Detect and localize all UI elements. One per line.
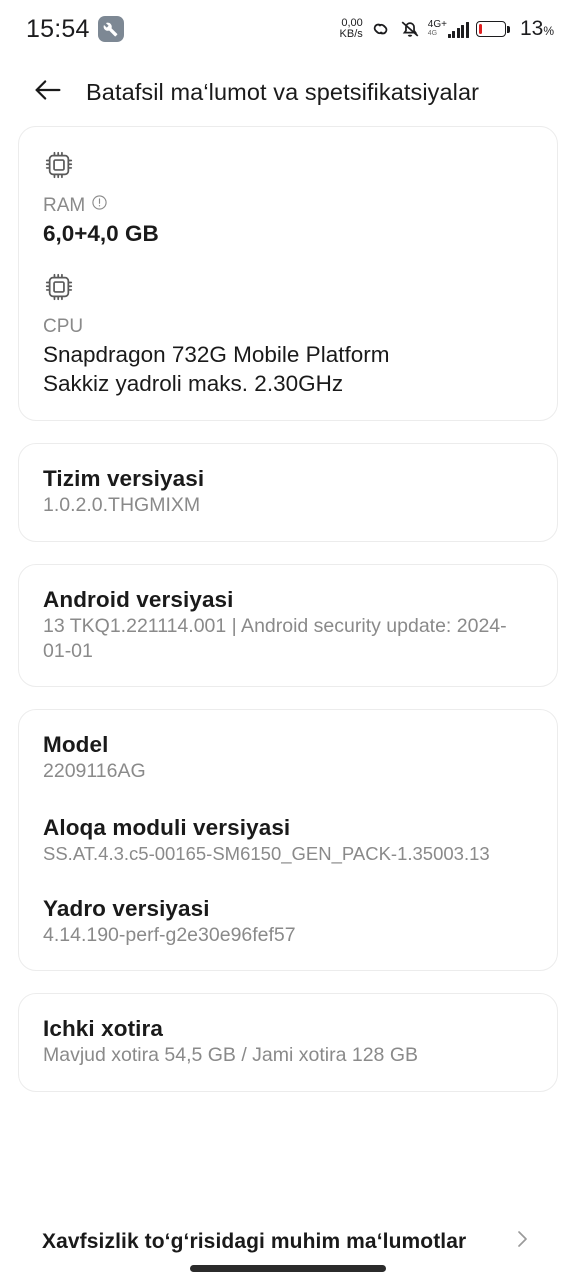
arrow-left-icon <box>31 73 65 112</box>
battery-tip <box>507 25 510 33</box>
system-version-value: 1.0.2.0.THGMIXM <box>43 494 201 517</box>
cpu-chip-icon <box>43 271 533 308</box>
system-version-row: Tizim versiyasi 1.0.2.0.THGMIXM <box>43 466 533 518</box>
battery-body <box>475 21 506 37</box>
kernel-row: Yadro versiyasi 4.14.190-perf-g2e30e96fe… <box>43 896 533 948</box>
back-button[interactable] <box>20 64 76 120</box>
ram-block: RAM 6,0+4,0 GB <box>43 149 533 249</box>
android-version-title: Android versiyasi <box>43 586 234 612</box>
signal-strength-bars <box>447 22 469 38</box>
cpu-value-line1: Snapdragon 732G Mobile Platform <box>43 341 390 367</box>
storage-title: Ichki xotira <box>43 1016 163 1042</box>
bell-muted-icon <box>399 18 421 40</box>
ram-value: 6,0+4,0 GB <box>43 221 159 246</box>
network-generation: 4G+ 4G <box>428 20 447 38</box>
baseband-title: Aloqa moduli versiyasi <box>43 814 291 840</box>
status-bar: 15:54 0,00 KB/s 4G+ 4G 13% <box>0 0 576 58</box>
cpu-block: CPU Snapdragon 732G Mobile Platform Sakk… <box>43 271 533 399</box>
ram-label: RAM <box>43 194 86 216</box>
cpu-label-row: CPU <box>43 316 533 338</box>
page-header: Batafsil ma‘lumot va spetsifikatsiyalar <box>0 58 576 126</box>
battery-percent-label: 13% <box>520 17 554 41</box>
model-value: 2209116AG <box>43 760 146 783</box>
info-icon[interactable] <box>91 194 108 217</box>
settings-content: RAM 6,0+4,0 GB CPU Snapdragon 732G Mobil… <box>0 126 576 1092</box>
signal-bars-icon: 4G+ 4G <box>428 20 469 38</box>
storage-value: Mavjud xotira 54,5 GB / Jami xotira 128 … <box>43 1044 418 1067</box>
link-icon <box>370 18 392 40</box>
memory-chip-icon <box>43 149 533 186</box>
safety-info-link[interactable]: Xavfsizlik to‘g‘risidagi muhim ma‘lumotl… <box>0 1227 576 1256</box>
internal-storage-card[interactable]: Ichki xotira Mavjud xotira 54,5 GB / Jam… <box>18 993 558 1092</box>
model-row: Model 2209116AG <box>43 732 533 784</box>
status-clock: 15:54 <box>26 14 90 43</box>
cpu-value-line2: Sakkiz yadroli maks. 2.30GHz <box>43 370 344 396</box>
gesture-navigation-bar[interactable] <box>190 1265 386 1272</box>
cpu-label: CPU <box>43 315 84 337</box>
status-bar-left: 15:54 <box>26 15 124 44</box>
battery-percent-unit: % <box>543 24 554 38</box>
page-title: Batafsil ma‘lumot va spetsifikatsiyalar <box>86 78 480 105</box>
network-speed-indicator: 0,00 KB/s <box>340 18 363 40</box>
baseband-row: Aloqa moduli versiyasi SS.AT.4.3.c5-0016… <box>43 815 533 866</box>
settings-screen: 15:54 0,00 KB/s 4G+ 4G 13% Batafsil ma‘l… <box>0 0 576 1280</box>
hardware-card: RAM 6,0+4,0 GB CPU Snapdragon 732G Mobil… <box>18 126 558 422</box>
storage-row: Ichki xotira Mavjud xotira 54,5 GB / Jam… <box>43 1016 533 1068</box>
wrench-icon <box>97 16 124 42</box>
battery-low-icon <box>475 21 510 37</box>
network-generation-secondary: 4G <box>427 30 438 37</box>
status-bar-right: 0,00 KB/s 4G+ 4G 13% <box>340 17 554 41</box>
android-version-row: Android versiyasi 13 TKQ1.221114.001 | A… <box>43 587 533 665</box>
system-version-title: Tizim versiyasi <box>43 466 205 492</box>
android-version-value: 13 TKQ1.221114.001 | Android security up… <box>43 614 507 663</box>
network-speed-unit: KB/s <box>339 28 363 40</box>
system-version-card[interactable]: Tizim versiyasi 1.0.2.0.THGMIXM <box>18 443 558 542</box>
chevron-right-icon <box>510 1227 534 1256</box>
android-version-card[interactable]: Android versiyasi 13 TKQ1.221114.001 | A… <box>18 563 558 688</box>
baseband-value: SS.AT.4.3.c5-00165-SM6150_GEN_PACK-1.350… <box>43 842 490 864</box>
battery-fill <box>478 24 483 34</box>
model-title: Model <box>43 732 109 758</box>
device-info-card: Model 2209116AG Aloqa moduli versiyasi S… <box>18 709 558 972</box>
kernel-title: Yadro versiyasi <box>43 895 210 921</box>
battery-percent-value: 13 <box>519 17 544 40</box>
safety-info-label: Xavfsizlik to‘g‘risidagi muhim ma‘lumotl… <box>42 1229 467 1253</box>
kernel-value: 4.14.190-perf-g2e30e96fef57 <box>43 923 296 946</box>
ram-label-row: RAM <box>43 194 533 217</box>
